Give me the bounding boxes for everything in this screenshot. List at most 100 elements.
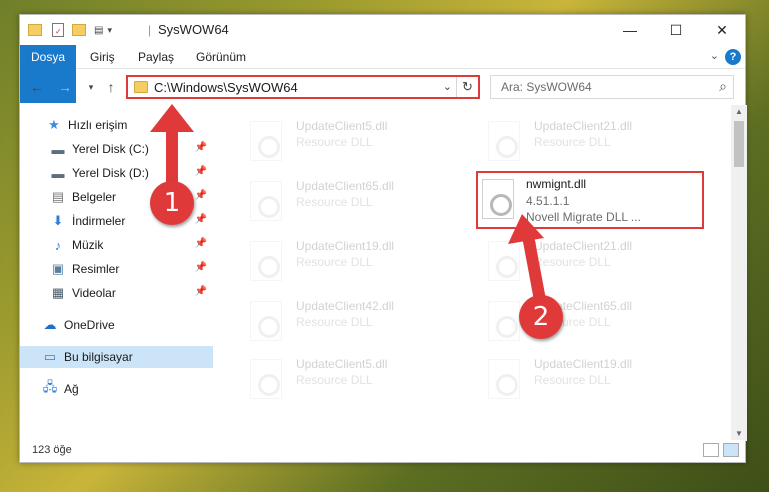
- pin-icon[interactable]: 📌: [195, 190, 207, 201]
- vertical-scrollbar[interactable]: ▲ ▼: [731, 105, 747, 441]
- file-name: nwmignt.dll: [526, 177, 587, 191]
- dll-file-icon: [250, 181, 282, 221]
- tab-view[interactable]: Görünüm: [186, 45, 256, 69]
- documents-icon: ▤: [51, 189, 65, 204]
- file-description: Resource DLL: [296, 195, 373, 209]
- dll-file-icon: [488, 241, 520, 281]
- dll-file-icon: [488, 359, 520, 399]
- recent-locations-icon[interactable]: ▾: [80, 76, 102, 98]
- explorer-window: ✓ ▤ ▾ | SysWOW64 — ☐ ✕ Dosya Giriş Payla…: [19, 14, 747, 463]
- help-icon[interactable]: ?: [725, 49, 741, 65]
- sidebar-item-label: Videolar: [72, 286, 116, 300]
- pin-icon[interactable]: 📌: [195, 262, 207, 273]
- file-version: 4.51.1.1: [526, 194, 570, 208]
- sidebar-item-label: OneDrive: [64, 318, 115, 332]
- sidebar-item-quick-access[interactable]: ★ Hızlı erişim: [20, 114, 213, 136]
- file-item[interactable]: UpdateClient21.dll Resource DLL: [478, 113, 708, 171]
- sidebar-item-videos[interactable]: ▦ Videolar 📌: [20, 282, 213, 304]
- details-view-icon[interactable]: [703, 443, 719, 457]
- drive-icon: ▬: [51, 141, 65, 157]
- file-item[interactable]: UpdateClient65.dll Resource DLL: [478, 293, 708, 351]
- step-1-badge: 1: [150, 181, 194, 225]
- file-description: Resource DLL: [296, 135, 373, 149]
- close-button[interactable]: ✕: [699, 15, 745, 45]
- minimize-button[interactable]: —: [607, 15, 653, 45]
- pin-icon[interactable]: 📌: [195, 238, 207, 249]
- scroll-up-icon[interactable]: ▲: [731, 105, 747, 119]
- file-item[interactable]: UpdateClient5.dll Resource DLL: [240, 351, 470, 409]
- pin-icon[interactable]: 📌: [195, 214, 207, 225]
- file-item[interactable]: UpdateClient19.dll Resource DLL: [240, 233, 470, 291]
- refresh-icon[interactable]: ↻: [456, 77, 478, 97]
- videos-icon: ▦: [51, 285, 65, 300]
- cloud-icon: ☁: [43, 317, 57, 332]
- dll-file-icon: [488, 301, 520, 341]
- sidebar-item-label: Yerel Disk (C:): [72, 142, 149, 156]
- item-count: 123 öğe: [32, 444, 72, 456]
- title-bar: ✓ ▤ ▾ | SysWOW64 — ☐ ✕: [20, 15, 745, 45]
- chevron-down-icon[interactable]: ⌄: [443, 80, 452, 93]
- sidebar-item-pictures[interactable]: ▣ Resimler 📌: [20, 258, 213, 280]
- dll-file-icon: [250, 241, 282, 281]
- folder-icon: [28, 24, 42, 36]
- view-switcher: [703, 443, 739, 457]
- sidebar-item-label: Bu bilgisayar: [64, 350, 133, 364]
- new-folder-icon[interactable]: [72, 24, 86, 36]
- forward-arrow-icon[interactable]: →: [54, 76, 76, 98]
- address-bar[interactable]: C:\Windows\SysWOW64 ⌄ ↻: [126, 75, 480, 99]
- file-item[interactable]: UpdateClient5.dll Resource DLL: [240, 113, 470, 171]
- file-description: Resource DLL: [534, 373, 611, 387]
- file-name: UpdateClient19.dll: [534, 357, 633, 371]
- status-bar: 123 öğe: [20, 440, 745, 462]
- file-item[interactable]: UpdateClient21.dll Resource DLL: [478, 233, 708, 291]
- file-name: UpdateClient42.dll: [296, 299, 395, 313]
- ribbon-expand-icon[interactable]: ⌄: [710, 49, 719, 62]
- customize-toolbar-icon[interactable]: ▤: [94, 25, 103, 36]
- file-name: UpdateClient5.dll: [296, 119, 388, 133]
- file-item-highlighted[interactable]: nwmignt.dll 4.51.1.1 Novell Migrate DLL …: [476, 171, 704, 229]
- tab-home[interactable]: Giriş: [80, 45, 125, 69]
- sidebar-item-network[interactable]: 🖧 Ağ: [20, 378, 213, 400]
- file-item[interactable]: UpdateClient19.dll Resource DLL: [478, 351, 708, 409]
- navigation-bar: ← → ▾ ↑ C:\Windows\SysWOW64 ⌄ ↻ Ara: Sys…: [20, 70, 745, 104]
- computer-icon: ▭: [43, 349, 57, 364]
- back-arrow-icon[interactable]: ←: [26, 76, 48, 98]
- network-icon: 🖧: [42, 379, 58, 394]
- window-title: SysWOW64: [158, 22, 229, 37]
- file-item[interactable]: UpdateClient42.dll Resource DLL: [240, 293, 470, 351]
- sidebar-item-label: Yerel Disk (D:): [72, 166, 149, 180]
- maximize-button[interactable]: ☐: [653, 15, 699, 45]
- sidebar-item-onedrive[interactable]: ☁ OneDrive: [20, 314, 213, 336]
- pin-icon[interactable]: 📌: [195, 286, 207, 297]
- large-icons-view-icon[interactable]: [723, 443, 739, 457]
- search-box[interactable]: Ara: SysWOW64 ⌕: [490, 75, 734, 99]
- up-arrow-icon[interactable]: ↑: [100, 76, 122, 98]
- dll-file-icon: [488, 121, 520, 161]
- tab-share[interactable]: Paylaş: [128, 45, 184, 69]
- pin-icon[interactable]: 📌: [195, 166, 207, 177]
- address-path[interactable]: C:\Windows\SysWOW64: [154, 80, 298, 95]
- search-icon[interactable]: ⌕: [719, 78, 727, 95]
- sidebar-item-this-pc[interactable]: ▭ Bu bilgisayar: [20, 346, 213, 368]
- file-description: Resource DLL: [534, 135, 611, 149]
- scroll-down-icon[interactable]: ▼: [731, 427, 747, 441]
- file-name: UpdateClient19.dll: [296, 239, 395, 253]
- search-placeholder[interactable]: Ara: SysWOW64: [501, 80, 592, 94]
- chevron-down-icon[interactable]: ▾: [107, 25, 112, 36]
- star-icon: ★: [48, 117, 60, 132]
- pin-icon[interactable]: 📌: [195, 142, 207, 153]
- sidebar-item-local-disk-d[interactable]: ▬ Yerel Disk (D:) 📌: [20, 162, 213, 184]
- file-name: UpdateClient21.dll: [534, 119, 633, 133]
- sidebar-item-label: Hızlı erişim: [68, 118, 128, 132]
- properties-icon[interactable]: ✓: [52, 23, 64, 37]
- sidebar-item-label: İndirmeler: [72, 214, 126, 228]
- scrollbar-thumb[interactable]: [734, 121, 744, 167]
- file-description: Resource DLL: [296, 255, 373, 269]
- file-description: Resource DLL: [296, 373, 373, 387]
- sidebar-item-label: Ağ: [64, 382, 79, 396]
- sidebar-item-music[interactable]: ♪ Müzik 📌: [20, 234, 213, 256]
- file-description: Resource DLL: [534, 255, 611, 269]
- pictures-icon: ▣: [51, 261, 65, 276]
- sidebar-item-local-disk-c[interactable]: ▬ Yerel Disk (C:) 📌: [20, 138, 213, 160]
- file-item[interactable]: UpdateClient65.dll Resource DLL: [240, 173, 470, 231]
